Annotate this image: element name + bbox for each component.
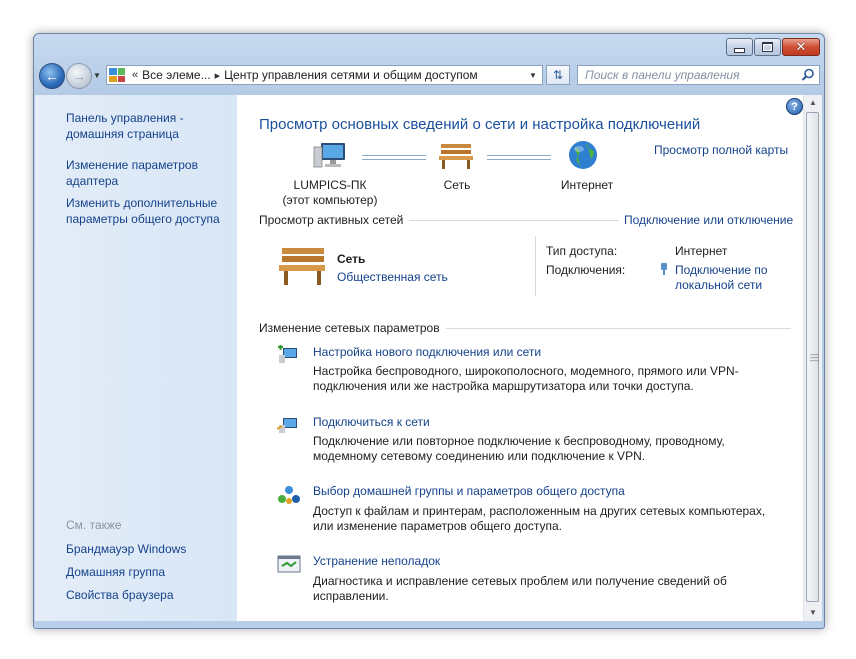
address-bar[interactable]: « Все элеме... ▸ Центр управления сетями… [106, 65, 543, 85]
page-title: Просмотр основных сведений о сети и наст… [259, 116, 701, 133]
maximize-button[interactable] [754, 38, 781, 56]
control-panel-icon [109, 68, 125, 82]
sidebar-link-sharing-settings[interactable]: Изменить дополнительные параметры общего… [66, 195, 231, 227]
help-button[interactable]: ? [786, 98, 803, 115]
task-new-connection-link[interactable]: Настройка нового подключения или сети [313, 345, 541, 359]
search-input[interactable]: Поиск в панели управления [577, 65, 820, 85]
task-connect-network-link[interactable]: Подключиться к сети [313, 415, 430, 429]
breadcrumb-arrow-icon[interactable]: ▸ [215, 69, 221, 82]
arrow-left-icon: ← [45, 68, 59, 84]
sidebar: Панель управления - домашняя страница Из… [35, 95, 237, 621]
task-new-connection-desc: Настройка беспроводного, широкополосного… [313, 364, 739, 393]
computer-subtitle: (этот компьютер) [282, 193, 378, 207]
map-link-line [362, 155, 426, 160]
minimize-button[interactable] [726, 38, 753, 56]
scroll-up-button[interactable]: ▲ [804, 95, 822, 111]
see-also-heading: См. также [66, 518, 122, 532]
refresh-button[interactable]: ⇅ [546, 65, 570, 85]
breadcrumb-all-items[interactable]: Все элеме... [142, 68, 210, 82]
network-type-link[interactable]: Общественная сеть [337, 270, 448, 284]
search-placeholder: Поиск в панели управления [585, 68, 740, 82]
troubleshoot-icon [277, 555, 301, 573]
active-networks-heading: Просмотр активных сетей [259, 213, 410, 227]
connections-label: Подключения: [546, 263, 626, 277]
sidebar-link-adapter-settings[interactable]: Изменение параметров адаптера [66, 157, 231, 189]
close-button[interactable]: ✕ [782, 38, 820, 56]
ethernet-icon [661, 263, 667, 275]
internet-node-label[interactable]: Интернет [547, 178, 627, 192]
change-settings-heading: Изменение сетевых параметров [259, 321, 446, 335]
new-connection-icon [278, 345, 297, 363]
lan-connection-link[interactable]: Подключение по [675, 263, 768, 277]
vertical-scrollbar[interactable]: ▲ — — — ▼ [803, 95, 822, 621]
computer-name[interactable]: LUMPICS-ПК [272, 178, 388, 192]
network-node-label[interactable]: Сеть [417, 178, 497, 192]
map-link-line [487, 155, 551, 160]
recent-pages-dropdown[interactable]: ▼ [93, 71, 101, 80]
maximize-icon [762, 42, 773, 52]
active-network-name: Сеть [337, 252, 366, 266]
task-homegroup-link[interactable]: Выбор домашней группы и параметров общег… [313, 484, 625, 498]
task-homegroup-desc: Доступ к файлам и принтерам, расположенн… [313, 504, 766, 533]
task-connect-network-desc: Подключение или повторное подключение к … [313, 434, 725, 463]
bench-icon [279, 248, 325, 285]
help-icon: ? [791, 100, 798, 113]
scroll-down-button[interactable]: ▼ [804, 605, 822, 621]
homegroup-icon [278, 486, 300, 504]
computer-icon [313, 143, 345, 168]
sidebar-link-browser-properties[interactable]: Свойства браузера [66, 587, 231, 603]
search-icon[interactable] [801, 68, 815, 82]
access-type-label: Тип доступа: [546, 244, 618, 258]
breadcrumb-overflow[interactable]: « [132, 69, 138, 81]
main-content: Просмотр основных сведений о сети и наст… [237, 95, 803, 621]
navigation-bar: ← → ▼ « Все элеме... ▸ Центр управления … [34, 60, 824, 94]
forward-button[interactable]: → [66, 63, 92, 89]
task-troubleshoot-desc: Диагностика и исправление сетевых пробле… [313, 574, 727, 603]
grip-icon: — — — [810, 349, 819, 365]
minimize-icon [734, 47, 745, 53]
breadcrumb-network-center[interactable]: Центр управления сетями и общим доступом [224, 68, 478, 82]
globe-icon [569, 141, 597, 169]
bench-icon [439, 144, 473, 169]
task-troubleshoot-link[interactable]: Устранение неполадок [313, 554, 440, 568]
view-full-map-link[interactable]: Просмотр полной карты [654, 143, 788, 157]
sidebar-link-homegroup[interactable]: Домашняя группа [66, 564, 231, 580]
window-controls: ✕ [725, 38, 820, 56]
sidebar-link-control-panel-home[interactable]: Панель управления - домашняя страница [66, 110, 231, 142]
connect-disconnect-link[interactable]: Подключение или отключение [619, 213, 794, 227]
arrow-right-icon: → [72, 68, 86, 84]
access-type-value: Интернет [675, 244, 728, 258]
address-dropdown[interactable]: ▼ [524, 71, 542, 80]
back-button[interactable]: ← [39, 63, 65, 89]
refresh-icon: ⇅ [552, 68, 564, 82]
explorer-window: ✕ ← → ▼ « Все элеме... ▸ Центр управлени… [33, 33, 825, 629]
close-icon: ✕ [795, 39, 807, 55]
scroll-thumb[interactable]: — — — [806, 112, 819, 602]
lan-connection-link-line2[interactable]: локальной сети [675, 278, 762, 292]
connect-network-icon [277, 418, 297, 433]
vertical-divider [535, 236, 536, 296]
sidebar-link-firewall[interactable]: Брандмауэр Windows [66, 541, 231, 557]
